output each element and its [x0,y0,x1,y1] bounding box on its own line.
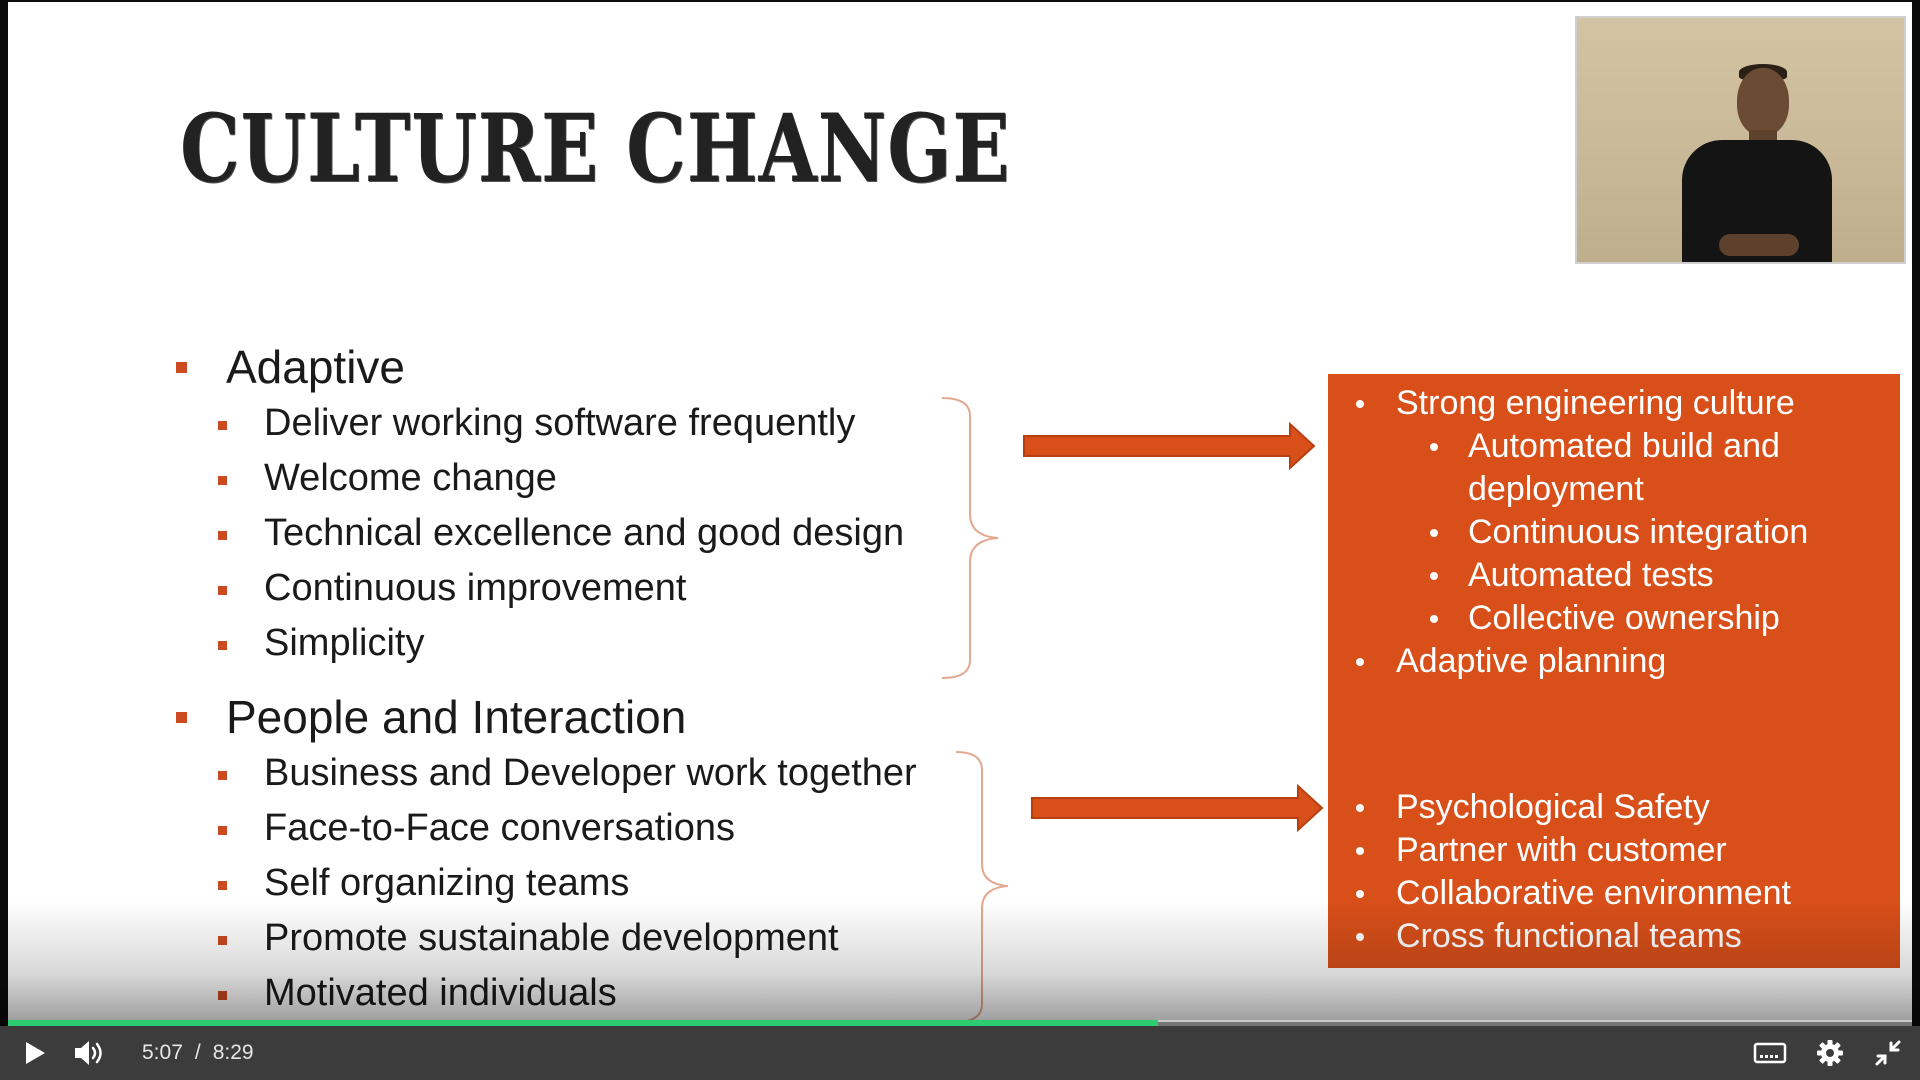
current-time: 5:07 [142,1041,183,1064]
brace-people [955,751,1009,1022]
list-item: Continuous improvement [218,567,686,610]
brace-adaptive [941,397,999,679]
list-item: Welcome change [218,457,557,500]
play-button[interactable] [14,1026,56,1080]
player-controls: 5:07 / 8:29 [0,1026,1920,1080]
outcome-subitem: Automated build and [1430,427,1780,466]
slide-title: CULTURE CHANGE [180,94,1011,204]
bullet-dot [1430,529,1438,537]
exit-fullscreen-button[interactable] [1868,1026,1908,1080]
outcome-item: Cross functional teams [1356,917,1742,956]
bullet-dot [1430,443,1438,451]
gear-icon [1817,1040,1843,1066]
bullet-dot [1430,615,1438,623]
bullet-square [176,362,187,373]
arrow-right-icon [1031,783,1324,833]
bullet-square [218,586,227,595]
list-item: Face-to-Face conversations [218,807,735,850]
bullet-dot [1356,804,1364,812]
list-item: Self organizing teams [218,862,629,905]
outcome-item: Adaptive planning [1356,642,1666,681]
list-item: Promote sustainable development [218,917,839,960]
bullet-square [218,476,227,485]
bullet-dot [1356,890,1364,898]
play-icon [26,1042,45,1064]
bullet-dot [1430,572,1438,580]
outcome-subitem-continued: deployment [1468,470,1644,508]
duration: 8:29 [212,1041,254,1064]
exit-fullscreen-icon [1875,1040,1901,1066]
presenter-hands [1719,234,1799,256]
bullet-dot [1356,400,1364,408]
bullet-square [218,771,227,780]
bullet-square [218,421,227,430]
slide: CULTURE CHANGE Adaptive Deliver working … [8,2,1912,1022]
presenter-webcam-video [1575,16,1906,264]
list-item: Business and Developer work together [218,752,917,795]
list-item: Technical excellence and good design [218,512,904,555]
captions-icon [1753,1042,1787,1064]
time-separator: / [194,1041,201,1064]
bullet-square [218,936,227,945]
volume-button[interactable] [66,1026,114,1080]
section-heading-people: People and Interaction [176,690,686,744]
arrow-right-icon [1023,421,1316,471]
presenter-head [1737,68,1789,136]
outcome-item: Collaborative environment [1356,874,1791,913]
outcome-subitem: Collective ownership [1430,599,1780,638]
settings-button[interactable] [1810,1026,1850,1080]
bullet-square [218,641,227,650]
volume-icon [75,1041,102,1065]
bullet-square [218,826,227,835]
outcome-subitem: Automated tests [1430,556,1714,595]
bullet-square [218,531,227,540]
captions-button[interactable] [1748,1026,1792,1080]
bullet-dot [1356,658,1364,666]
outcome-box: Strong engineering culture Automated bui… [1328,374,1900,968]
bullet-dot [1356,847,1364,855]
bullet-square [176,712,187,723]
list-item: Motivated individuals [218,972,617,1015]
list-item: Simplicity [218,622,424,665]
outcome-item: Psychological Safety [1356,788,1710,827]
time-display: 5:07 / 8:29 [142,1026,254,1080]
bullet-dot [1356,933,1364,941]
section-heading-adaptive: Adaptive [176,340,405,394]
bullet-square [218,881,227,890]
outcome-item: Partner with customer [1356,831,1727,870]
bullet-square [218,991,227,1000]
outcome-subitem: Continuous integration [1430,513,1808,552]
list-item: Deliver working software frequently [218,402,855,445]
outcome-item: Strong engineering culture [1356,384,1795,423]
